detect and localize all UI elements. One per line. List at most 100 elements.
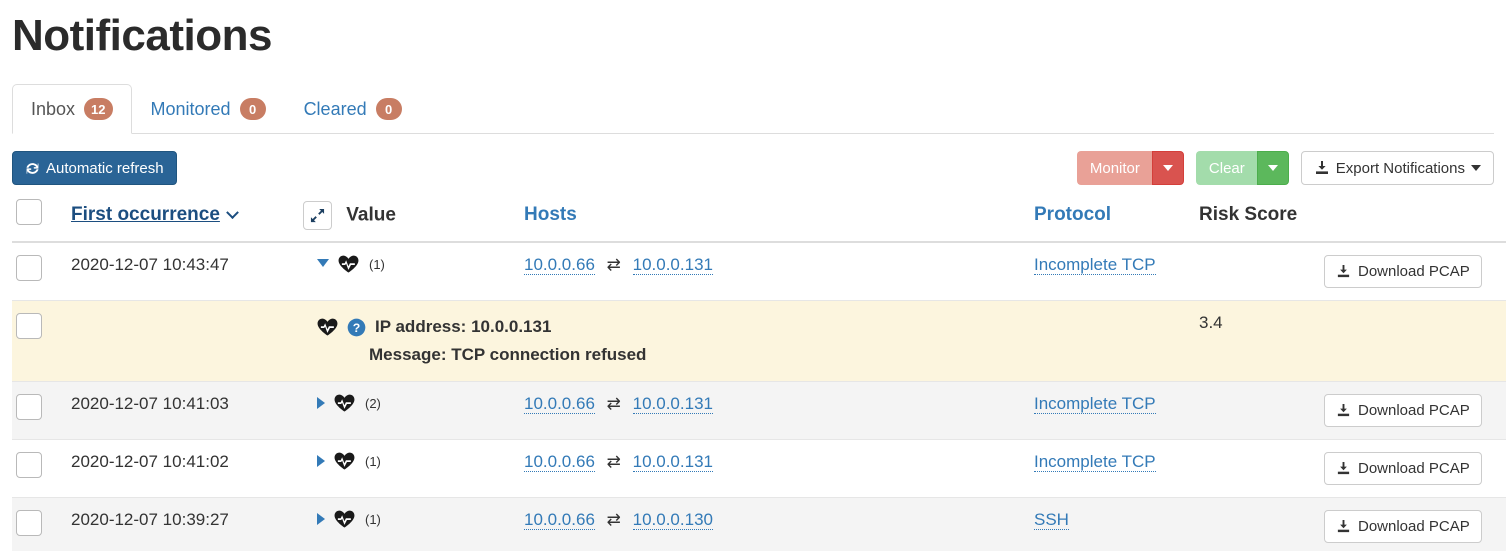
tab-cleared[interactable]: Cleared 0 [285, 84, 421, 134]
detail-content-cell: ? IP address: 10.0.0.131 Message: TCP co… [299, 301, 1195, 382]
risk-score-cell [1195, 242, 1320, 301]
tab-inbox-badge: 12 [84, 98, 112, 120]
protocol-cell: Incomplete TCP [1030, 440, 1195, 498]
pcap-cell: Download PCAP [1320, 242, 1506, 301]
heartbeat-icon [334, 394, 355, 412]
download-pcap-button[interactable]: Download PCAP [1324, 452, 1482, 485]
detail-risk-score: 3.4 [1195, 301, 1320, 382]
download-icon [1336, 403, 1351, 418]
row-checkbox[interactable] [16, 510, 42, 536]
download-pcap-button[interactable]: Download PCAP [1324, 510, 1482, 543]
export-notifications-label: Export Notifications [1336, 161, 1465, 176]
row-checkbox[interactable] [16, 255, 42, 281]
detail-checkbox[interactable] [16, 313, 42, 339]
caret-down-icon [1268, 165, 1278, 171]
protocol-link[interactable]: Incomplete TCP [1034, 394, 1156, 414]
table-row[interactable]: 2020-12-07 10:43:47 (1) 10 [12, 242, 1506, 301]
row-select-cell [12, 440, 67, 498]
host-a-link[interactable]: 10.0.0.66 [524, 394, 595, 414]
value-count: (1) [365, 512, 381, 527]
tab-monitored[interactable]: Monitored 0 [132, 84, 285, 134]
page-title: Notifications [12, 8, 1494, 64]
pcap-header [1320, 193, 1506, 242]
tab-inbox[interactable]: Inbox 12 [12, 84, 132, 134]
download-pcap-label: Download PCAP [1358, 460, 1470, 477]
host-a-link[interactable]: 10.0.0.66 [524, 510, 595, 530]
notifications-table: First occurrence Value Hosts Protocol [12, 193, 1506, 551]
download-pcap-label: Download PCAP [1358, 402, 1470, 419]
value-count: (1) [365, 454, 381, 469]
expand-row-icon[interactable] [317, 397, 325, 409]
table-row[interactable]: 2020-12-07 10:41:02 (1) 10 [12, 440, 1506, 498]
value-cell: (1) [299, 498, 520, 551]
select-all-checkbox[interactable] [16, 199, 42, 225]
chevron-down-icon [226, 206, 239, 219]
first-occurrence-header[interactable]: First occurrence [67, 193, 299, 242]
table-row[interactable]: 2020-12-07 10:39:27 (1) 10 [12, 498, 1506, 551]
automatic-refresh-button[interactable]: Automatic refresh [12, 151, 177, 185]
refresh-icon [25, 161, 40, 176]
heartbeat-icon [338, 255, 359, 273]
value-cell: (1) [299, 440, 520, 498]
table-body: 2020-12-07 10:43:47 (1) 10 [12, 242, 1506, 551]
row-select-cell [12, 498, 67, 551]
value-header-label: Value [346, 204, 396, 225]
protocol-link[interactable]: Incomplete TCP [1034, 452, 1156, 472]
export-notifications-button[interactable]: Export Notifications [1301, 151, 1494, 185]
pcap-cell: Download PCAP [1320, 498, 1506, 551]
protocol-link[interactable]: SSH [1034, 510, 1069, 530]
host-a-link[interactable]: 10.0.0.66 [524, 452, 595, 472]
svg-text:?: ? [353, 321, 361, 335]
clear-button[interactable]: Clear [1196, 151, 1257, 185]
tab-monitored-badge: 0 [240, 98, 266, 120]
first-occurrence-cell: 2020-12-07 10:41:03 [67, 382, 299, 440]
toolbar: Automatic refresh Monitor Clear [12, 151, 1494, 185]
exchange-icon: ⇄ [607, 255, 621, 274]
tab-monitored-label: Monitored [151, 98, 231, 120]
exchange-icon: ⇄ [607, 394, 621, 413]
first-occurrence-cell: 2020-12-07 10:39:27 [67, 498, 299, 551]
detail-spacer-cell [67, 301, 299, 382]
monitor-split-button[interactable]: Monitor [1077, 151, 1184, 185]
collapse-row-icon[interactable] [317, 259, 329, 267]
hosts-cell: 10.0.0.66 ⇄ 10.0.0.131 [520, 242, 1030, 301]
protocol-cell: SSH [1030, 498, 1195, 551]
download-pcap-label: Download PCAP [1358, 263, 1470, 280]
protocol-link[interactable]: Incomplete TCP [1034, 255, 1156, 275]
value-count: (2) [365, 396, 381, 411]
host-b-link[interactable]: 10.0.0.131 [633, 394, 713, 414]
monitor-button[interactable]: Monitor [1077, 151, 1152, 185]
download-icon [1336, 461, 1351, 476]
exchange-icon: ⇄ [607, 452, 621, 471]
monitor-dropdown-toggle[interactable] [1152, 151, 1184, 185]
download-pcap-button[interactable]: Download PCAP [1324, 255, 1482, 288]
expand-row-icon[interactable] [317, 455, 325, 467]
tab-inbox-label: Inbox [31, 98, 75, 120]
first-occurrence-cell: 2020-12-07 10:41:02 [67, 440, 299, 498]
host-b-link[interactable]: 10.0.0.131 [633, 255, 713, 275]
download-pcap-label: Download PCAP [1358, 518, 1470, 535]
row-checkbox[interactable] [16, 452, 42, 478]
download-pcap-button[interactable]: Download PCAP [1324, 394, 1482, 427]
clear-split-button[interactable]: Clear [1196, 151, 1289, 185]
caret-down-icon [1471, 165, 1481, 171]
download-icon [1336, 519, 1351, 534]
host-b-link[interactable]: 10.0.0.131 [633, 452, 713, 472]
row-checkbox[interactable] [16, 394, 42, 420]
pcap-cell: Download PCAP [1320, 440, 1506, 498]
value-header: Value [299, 193, 520, 242]
table-row-detail: ? IP address: 10.0.0.131 Message: TCP co… [12, 301, 1506, 382]
table-row[interactable]: 2020-12-07 10:41:03 (2) 10 [12, 382, 1506, 440]
host-b-link[interactable]: 10.0.0.130 [633, 510, 713, 530]
expand-row-icon[interactable] [317, 513, 325, 525]
select-all-header [12, 193, 67, 242]
hosts-cell: 10.0.0.66 ⇄ 10.0.0.131 [520, 440, 1030, 498]
protocol-header[interactable]: Protocol [1030, 193, 1195, 242]
hosts-header[interactable]: Hosts [520, 193, 1030, 242]
risk-score-cell [1195, 382, 1320, 440]
expand-all-icon[interactable] [303, 201, 332, 230]
help-icon[interactable]: ? [347, 318, 366, 337]
protocol-cell: Incomplete TCP [1030, 382, 1195, 440]
clear-dropdown-toggle[interactable] [1257, 151, 1289, 185]
host-a-link[interactable]: 10.0.0.66 [524, 255, 595, 275]
